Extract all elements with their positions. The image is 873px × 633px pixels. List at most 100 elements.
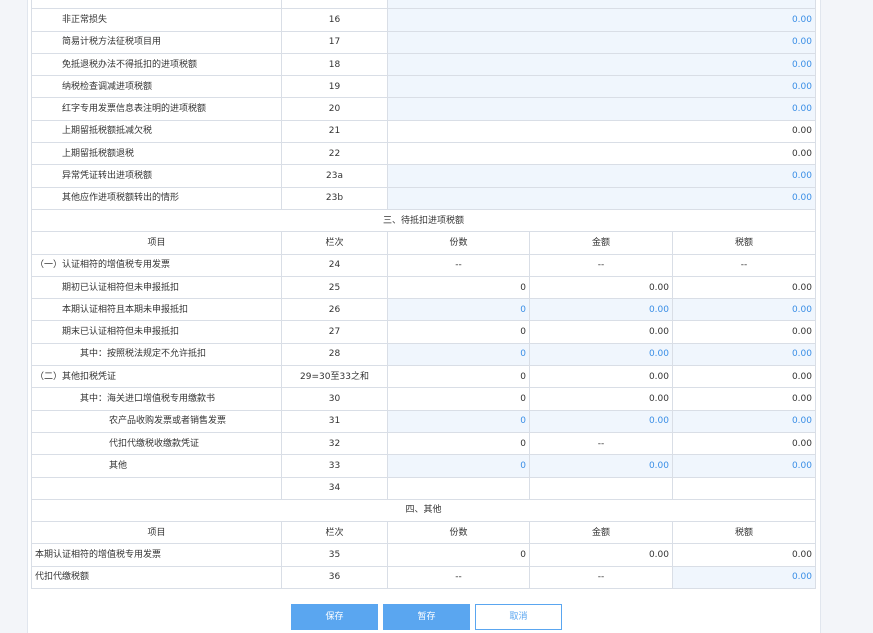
row-column-number: 28 [281,342,388,367]
count-input[interactable]: 0 [387,409,530,433]
row-column-number: 29=30至33之和 [281,365,388,389]
row-label: 上期留抵税额抵减欠税 [31,119,282,144]
table-row: 34 [31,476,816,500]
tax-amount-input[interactable]: 0.00 [387,97,816,121]
row-column-number: 30 [281,387,388,411]
row-column-number: 22 [281,142,388,166]
row-label: 期初已认证相符但未申报抵扣 [31,275,282,300]
row-column-number: 24 [281,253,388,277]
column-header: 份数 [387,231,530,255]
tax-input[interactable]: 0.00 [672,454,816,478]
amount-value [529,476,673,500]
row-column-number: 21 [281,119,388,144]
table-row: 其中：海关进口增值税专用缴款书 30 0 0.00 0.00 [31,387,816,411]
row-column-number: 17 [281,30,388,54]
table-row: 免抵退税办法不得抵扣的进项税额 18 0.00 [31,52,816,77]
cancel-button[interactable]: 取消 [475,604,562,630]
column-header: 金额 [529,521,673,545]
amount-value: -- [529,253,673,277]
deduction-table: 0.00非正常损失160.00简易计税方法征税项目用170.00免抵退税办法不得… [31,0,816,590]
table-row: 期末已认证相符但未申报抵扣 27 0 0.00 0.00 [31,320,816,344]
row-column-number: 16 [281,8,388,32]
table-row: 代扣代缴税收缴款凭证 32 0 -- 0.00 [31,431,816,456]
row-label: （二）其他扣税凭证 [31,365,282,389]
table-row: 本期认证相符的增值税专用发票 35 0 0.00 0.00 [31,543,816,567]
tax-input[interactable]: 0.00 [672,342,816,367]
row-label [31,0,282,10]
column-header: 税额 [672,231,816,255]
row-label [31,476,282,500]
row-label: 代扣代缴税收缴款凭证 [31,431,282,456]
row-label: 纳税检查调减进项税额 [31,75,282,99]
row-column-number: 19 [281,75,388,99]
tax-input[interactable]: 0.00 [672,409,816,433]
amount-input[interactable]: 0.00 [529,454,673,478]
amount-input[interactable]: 0.00 [529,342,673,367]
tax-value: 0.00 [672,275,816,300]
amount-input[interactable]: 0.00 [529,298,673,322]
row-label: 本期认证相符且本期未申报抵扣 [31,298,282,322]
count-value [387,476,530,500]
table-row: （二）其他扣税凭证 29=30至33之和 0 0.00 0.00 [31,365,816,389]
header-row: 项目 栏次 份数 金额 税额 [31,231,816,255]
count-value: 0 [387,275,530,300]
tax-value [672,476,816,500]
table-row: 简易计税方法征税项目用 17 0.00 [31,30,816,54]
tax-input[interactable]: 0.00 [672,565,816,590]
row-label: 非正常损失 [31,8,282,32]
tax-value: 0.00 [672,431,816,456]
section-title: 四、其他 [31,498,816,523]
table-row: 红字专用发票信息表注明的进项税额 20 0.00 [31,97,816,121]
tax-amount-input[interactable]: 0.00 [387,0,816,10]
column-header: 税额 [672,521,816,545]
tax-value: -- [672,253,816,277]
tax-value: 0.00 [672,320,816,344]
section-title-row: 四、其他 [31,498,816,523]
temp-save-button[interactable]: 暂存 [383,604,470,630]
save-button[interactable]: 保存 [291,604,378,630]
tax-amount-input[interactable]: 0.00 [387,75,816,99]
count-value: -- [387,253,530,277]
table-row: 其中：按照税法规定不允许抵扣 28 0 0.00 0.00 [31,342,816,367]
count-input[interactable]: 0 [387,298,530,322]
amount-value: -- [529,431,673,456]
table-row: 0.00 [31,0,816,10]
amount-value: 0.00 [529,275,673,300]
row-label: （一）认证相符的增值税专用发票 [31,253,282,277]
row-column-number: 25 [281,275,388,300]
amount-input[interactable]: 0.00 [529,409,673,433]
row-label: 其他应作进项税额转出的情形 [31,186,282,210]
row-column-number: 34 [281,476,388,500]
row-column-number: 31 [281,409,388,433]
tax-amount-value: 0.00 [387,119,816,144]
row-column-number: 26 [281,298,388,322]
tax-amount-input[interactable]: 0.00 [387,8,816,32]
count-input[interactable]: 0 [387,342,530,367]
row-label: 其他 [31,454,282,478]
column-header: 份数 [387,521,530,545]
section-title: 三、待抵扣进项税额 [31,208,816,233]
table-row: 上期留抵税额抵减欠税 21 0.00 [31,119,816,144]
tax-amount-input[interactable]: 0.00 [387,30,816,54]
amount-value: 0.00 [529,543,673,567]
column-header: 栏次 [281,521,388,545]
row-label: 免抵退税办法不得抵扣的进项税额 [31,52,282,77]
count-value: -- [387,565,530,590]
row-column-number [281,0,388,10]
tax-amount-value: 0.00 [387,142,816,166]
count-input[interactable]: 0 [387,454,530,478]
tax-value: 0.00 [672,365,816,389]
table-row: 代扣代缴税额 36 -- -- 0.00 [31,565,816,590]
amount-value: 0.00 [529,320,673,344]
header-row: 项目 栏次 份数 金额 税额 [31,521,816,545]
tax-input[interactable]: 0.00 [672,298,816,322]
column-header: 金额 [529,231,673,255]
amount-value: -- [529,565,673,590]
row-label: 期末已认证相符但未申报抵扣 [31,320,282,344]
tax-value: 0.00 [672,387,816,411]
tax-amount-input[interactable]: 0.00 [387,186,816,210]
tax-amount-input[interactable]: 0.00 [387,52,816,77]
row-label: 上期留抵税额退税 [31,142,282,166]
tax-amount-input[interactable]: 0.00 [387,164,816,188]
row-label: 其中：按照税法规定不允许抵扣 [31,342,282,367]
